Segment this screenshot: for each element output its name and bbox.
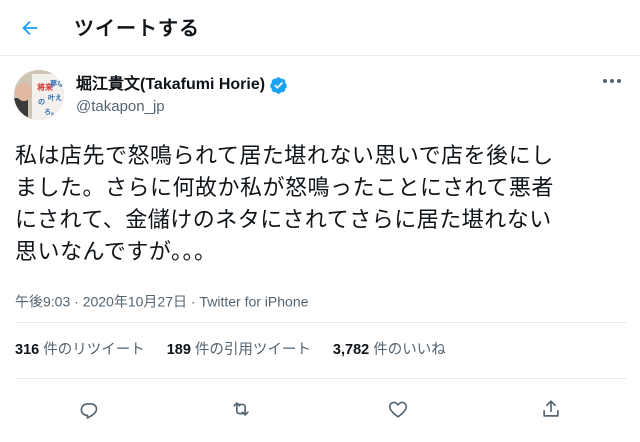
reply-icon [80,403,98,419]
retweet-count-link[interactable]: 316 件のリツイート [15,340,145,360]
share-button[interactable] [536,394,566,424]
svg-text:の: の [38,98,45,106]
more-dots-icon [603,79,621,83]
like-count-label: 件のいいね [373,342,446,358]
more-options-button[interactable] [598,70,626,92]
retweet-count-label: 件のリツイート [43,342,145,358]
avatar[interactable]: 将来 夢な の 叶え ろ。 [14,70,64,120]
tweet-stats: 316 件のリツイート 189 件の引用ツイート 3,782 件のいいね [15,340,468,360]
avatar-image: 将来 夢な の 叶え ろ。 [14,70,64,120]
share-icon [543,400,559,417]
tweet-actions-bar [0,388,640,428]
tweet-body: 私は店先で怒鳴られて居た堪れない思いで店を後にし ました。さらに何故か私が怒鳴っ… [15,141,627,269]
like-count: 3,782 [332,342,370,358]
retweet-icon [233,402,249,416]
quote-count-label: 件の引用ツイート [194,342,311,358]
svg-text:ろ。: ろ。 [44,108,58,116]
tweet-text-line: 思いなんですが。。。 [15,240,217,265]
page-title: ツイートする [74,16,200,40]
meta-separator: · [74,293,79,310]
divider [15,378,627,379]
svg-text:叶え: 叶え [48,93,62,102]
like-button[interactable] [383,394,413,424]
quote-count: 189 [166,342,191,358]
retweet-button[interactable] [226,394,256,424]
top-bar: ツイートする [0,0,640,56]
divider [15,322,627,323]
svg-text:夢な: 夢な [50,79,64,88]
retweet-count: 316 [15,342,40,358]
tweet-text-line: ました。さらに何故か私が怒鳴ったことにされて悪者 [15,176,554,201]
author-handle[interactable]: @takapon_jp [76,97,165,117]
tweet-source[interactable]: Twitter for iPhone [199,293,308,309]
reply-button[interactable] [74,394,104,424]
like-count-link[interactable]: 3,782 件のいいね [333,340,446,360]
arrow-left-icon [22,20,38,36]
meta-separator: · [190,293,196,310]
back-button[interactable] [14,12,46,44]
tweet-time[interactable]: 午後9:03 [15,293,70,309]
tweet-text-line: にされて、金儲けのネタにされてさらに居た堪れない [15,208,552,233]
tweet-metadata: 午後9:03 · 2020年10月27日 · Twitter for iPhon… [15,290,308,311]
quote-count-link[interactable]: 189 件の引用ツイート [167,340,311,360]
heart-icon [388,401,408,418]
tweet-text-line: 私は店先で怒鳴られて居た堪れない思いで店を後にし [15,144,554,169]
tweet-date[interactable]: 2020年10月27日 [83,293,187,309]
author-display-name[interactable]: 堀江貴文(Takafumi Horie) [76,74,265,96]
author-name-row[interactable]: 堀江貴文(Takafumi Horie) [76,74,288,96]
verified-badge-icon [270,76,287,94]
